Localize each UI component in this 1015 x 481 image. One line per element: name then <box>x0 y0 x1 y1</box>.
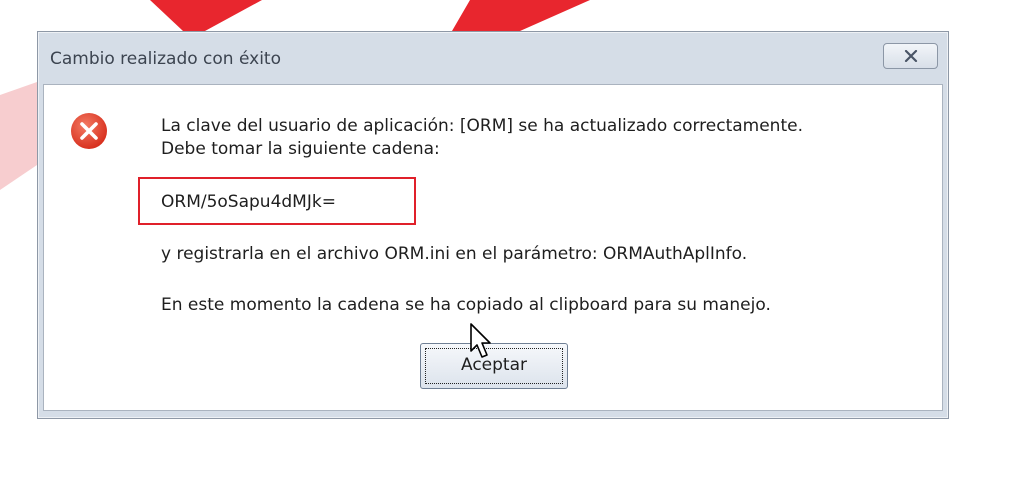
message-line-4: En este momento la cadena se ha copiado … <box>161 295 771 315</box>
close-icon <box>904 50 917 62</box>
message-line-2: Debe tomar la siguiente cadena: <box>161 139 440 159</box>
accept-button[interactable]: Aceptar <box>420 343 568 389</box>
mouse-cursor-icon <box>470 323 491 358</box>
message-line-3: y registrarla en el archivo ORM.ini en e… <box>161 244 748 264</box>
message-line-1: La clave del usuario de aplicación: [ORM… <box>161 116 803 136</box>
token-string: ORM/5oSapu4dMJk= <box>161 192 336 212</box>
dialog-title: Cambio realizado con éxito <box>50 49 281 69</box>
error-icon <box>71 113 107 149</box>
close-button[interactable] <box>883 43 938 69</box>
dialog-titlebar: Cambio realizado con éxito <box>38 32 948 82</box>
accept-button-label: Aceptar <box>461 355 527 375</box>
